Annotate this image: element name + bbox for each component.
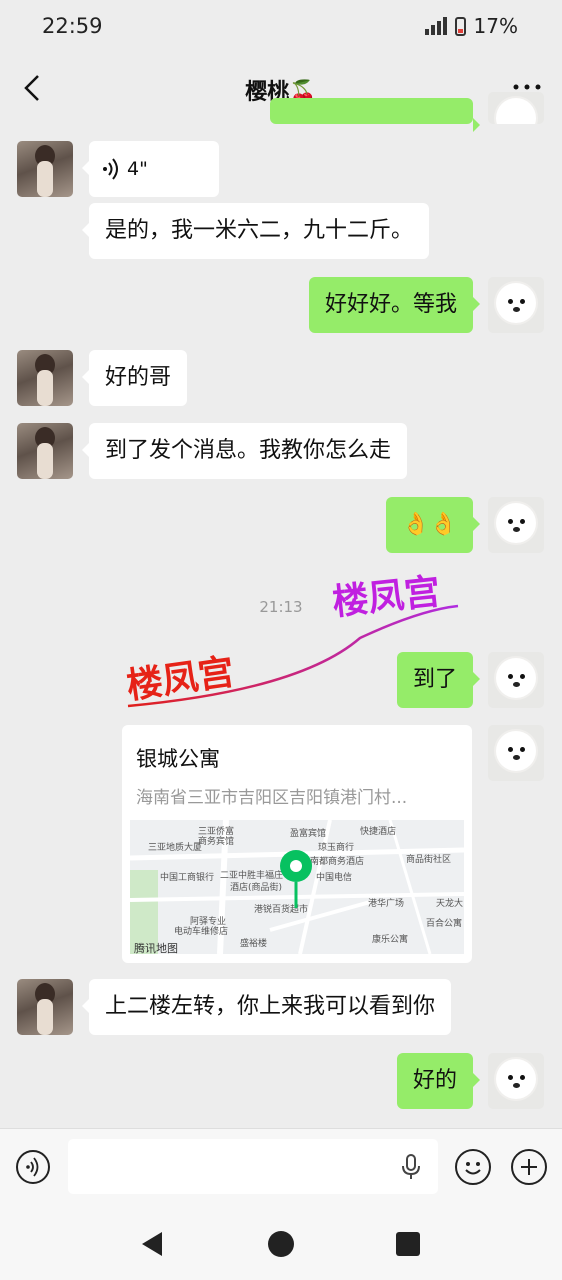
location-title: 银城公寓 xyxy=(136,747,220,771)
more-actions-button[interactable] xyxy=(511,1149,547,1185)
self-avatar[interactable] xyxy=(488,652,544,708)
contact-avatar[interactable] xyxy=(17,423,73,479)
status-time: 22:59 xyxy=(42,14,103,38)
map-label: 酒店(商品街) xyxy=(230,883,283,893)
self-avatar[interactable] xyxy=(488,497,544,553)
plus-icon xyxy=(521,1159,537,1175)
location-map[interactable]: 三亚侨富 商务宾馆 盈富宾馆 快捷酒店 三亚地质大厦 琼玉商行 南都商务酒店 商… xyxy=(130,820,464,954)
location-address: 海南省三亚市吉阳区吉阳镇港门村... xyxy=(136,788,408,808)
map-label: 商品街社区 xyxy=(406,855,452,865)
map-provider-label: 腾讯地图 xyxy=(134,942,178,954)
microphone-icon[interactable] xyxy=(400,1153,422,1181)
battery-level: 17% xyxy=(473,14,518,38)
map-label: 盈富宾馆 xyxy=(290,829,327,839)
map-label: 盛裕楼 xyxy=(240,939,268,949)
system-nav-bar xyxy=(0,1206,562,1280)
map-label: 中国工商银行 xyxy=(160,873,215,883)
contact-avatar[interactable] xyxy=(17,979,73,1035)
self-avatar[interactable] xyxy=(488,92,544,124)
voice-wave-icon xyxy=(103,158,118,180)
map-label: 港华广场 xyxy=(368,899,405,909)
contact-avatar[interactable] xyxy=(17,350,73,406)
voice-duration: 4" xyxy=(127,158,148,180)
message-bubble-incoming[interactable]: 好的哥 xyxy=(81,350,188,406)
map-label: 康乐公寓 xyxy=(372,935,409,945)
message-bubble-outgoing[interactable] xyxy=(270,98,480,132)
status-bar: 22:59 17% xyxy=(0,0,562,56)
message-bubble-outgoing[interactable]: 到了 xyxy=(396,652,481,708)
emoji-button[interactable] xyxy=(455,1149,491,1185)
self-avatar[interactable] xyxy=(488,1053,544,1109)
message-input[interactable] xyxy=(68,1139,438,1194)
map-label: 快捷酒店 xyxy=(360,827,397,837)
input-bar xyxy=(0,1128,562,1207)
nav-back-icon[interactable] xyxy=(140,1230,166,1258)
nav-home-icon[interactable] xyxy=(267,1230,295,1258)
self-avatar[interactable] xyxy=(488,725,544,781)
map-label: 三亚地质大厦 xyxy=(148,843,203,853)
message-bubble-outgoing[interactable]: 好好好。等我 xyxy=(308,277,481,333)
emoji-message-bubble[interactable]: 👌👌 xyxy=(386,497,480,553)
voice-input-button[interactable] xyxy=(16,1150,50,1184)
map-label: 天龙大 xyxy=(436,899,464,909)
map-label: 百合公寓 xyxy=(426,919,463,929)
voice-wave-icon xyxy=(26,1157,39,1177)
signal-icon xyxy=(424,17,447,35)
status-icons: 17% xyxy=(424,14,518,38)
message-bubble-incoming[interactable]: 到了发个消息。我教你怎么走 xyxy=(81,423,408,479)
voice-message-bubble[interactable]: 4" xyxy=(82,141,219,197)
watermark-curve xyxy=(127,604,459,708)
message-bubble-incoming[interactable]: 上二楼左转，你上来我可以看到你 xyxy=(81,979,452,1035)
message-bubble-outgoing[interactable]: 好的 xyxy=(396,1053,481,1109)
battery-icon xyxy=(454,16,466,36)
self-avatar[interactable] xyxy=(488,277,544,333)
map-label: 南都商务酒店 xyxy=(310,857,365,867)
map-pin-icon xyxy=(280,850,312,908)
map-label: 商务宾馆 xyxy=(198,837,235,847)
map-label: 琼玉商行 xyxy=(318,843,355,853)
map-label: 电动车维修店 xyxy=(174,927,229,937)
location-card[interactable]: 银城公寓 海南省三亚市吉阳区吉阳镇港门村... 三亚侨富 商务宾馆 盈富宾馆 快… xyxy=(122,725,472,963)
message-bubble-incoming[interactable]: 是的，我一米六二，九十二斤。 xyxy=(81,203,430,259)
contact-avatar[interactable] xyxy=(17,141,73,197)
smiley-icon xyxy=(465,1162,481,1175)
nav-recents-icon[interactable] xyxy=(395,1231,421,1257)
map-label: 中国电信 xyxy=(316,873,353,883)
